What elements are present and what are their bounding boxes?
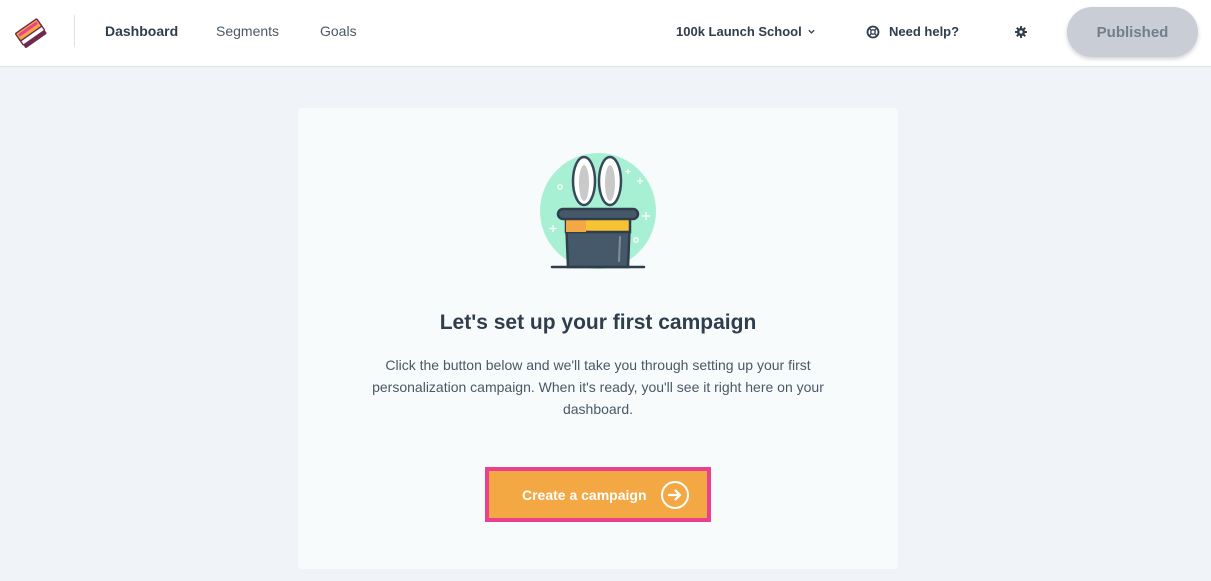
create-campaign-label: Create a campaign (522, 486, 647, 503)
rabbit-in-magic-hat-icon (540, 153, 656, 269)
top-bar: Dashboard Segments Goals 100k Launch Sch… (0, 0, 1211, 67)
logo-divider (74, 15, 75, 47)
create-campaign-button[interactable]: Create a campaign (489, 471, 707, 518)
stacked-cards-logo-icon[interactable] (12, 13, 52, 53)
empty-state-title: Let's set up your first campaign (439, 311, 757, 334)
workspace-selector[interactable]: 100k Launch School (676, 23, 816, 40)
chevron-down-icon (808, 29, 815, 34)
empty-state-description: Click the button below and we'll take yo… (372, 357, 824, 417)
workspace-name: 100k Launch School (676, 24, 802, 39)
gear-icon[interactable] (1014, 25, 1028, 39)
nav-goals[interactable]: Goals (320, 22, 357, 40)
nav-segments[interactable]: Segments (216, 22, 279, 40)
empty-state-card: Let's set up your first campaign Click t… (298, 108, 898, 569)
lifebuoy-icon (866, 25, 880, 38)
nav-dashboard[interactable]: Dashboard (105, 22, 178, 40)
published-button[interactable]: Published (1067, 7, 1198, 57)
need-help-label: Need help? (889, 24, 960, 39)
arrow-right-circle-icon (661, 481, 689, 509)
need-help-link[interactable]: Need help? (866, 23, 959, 40)
